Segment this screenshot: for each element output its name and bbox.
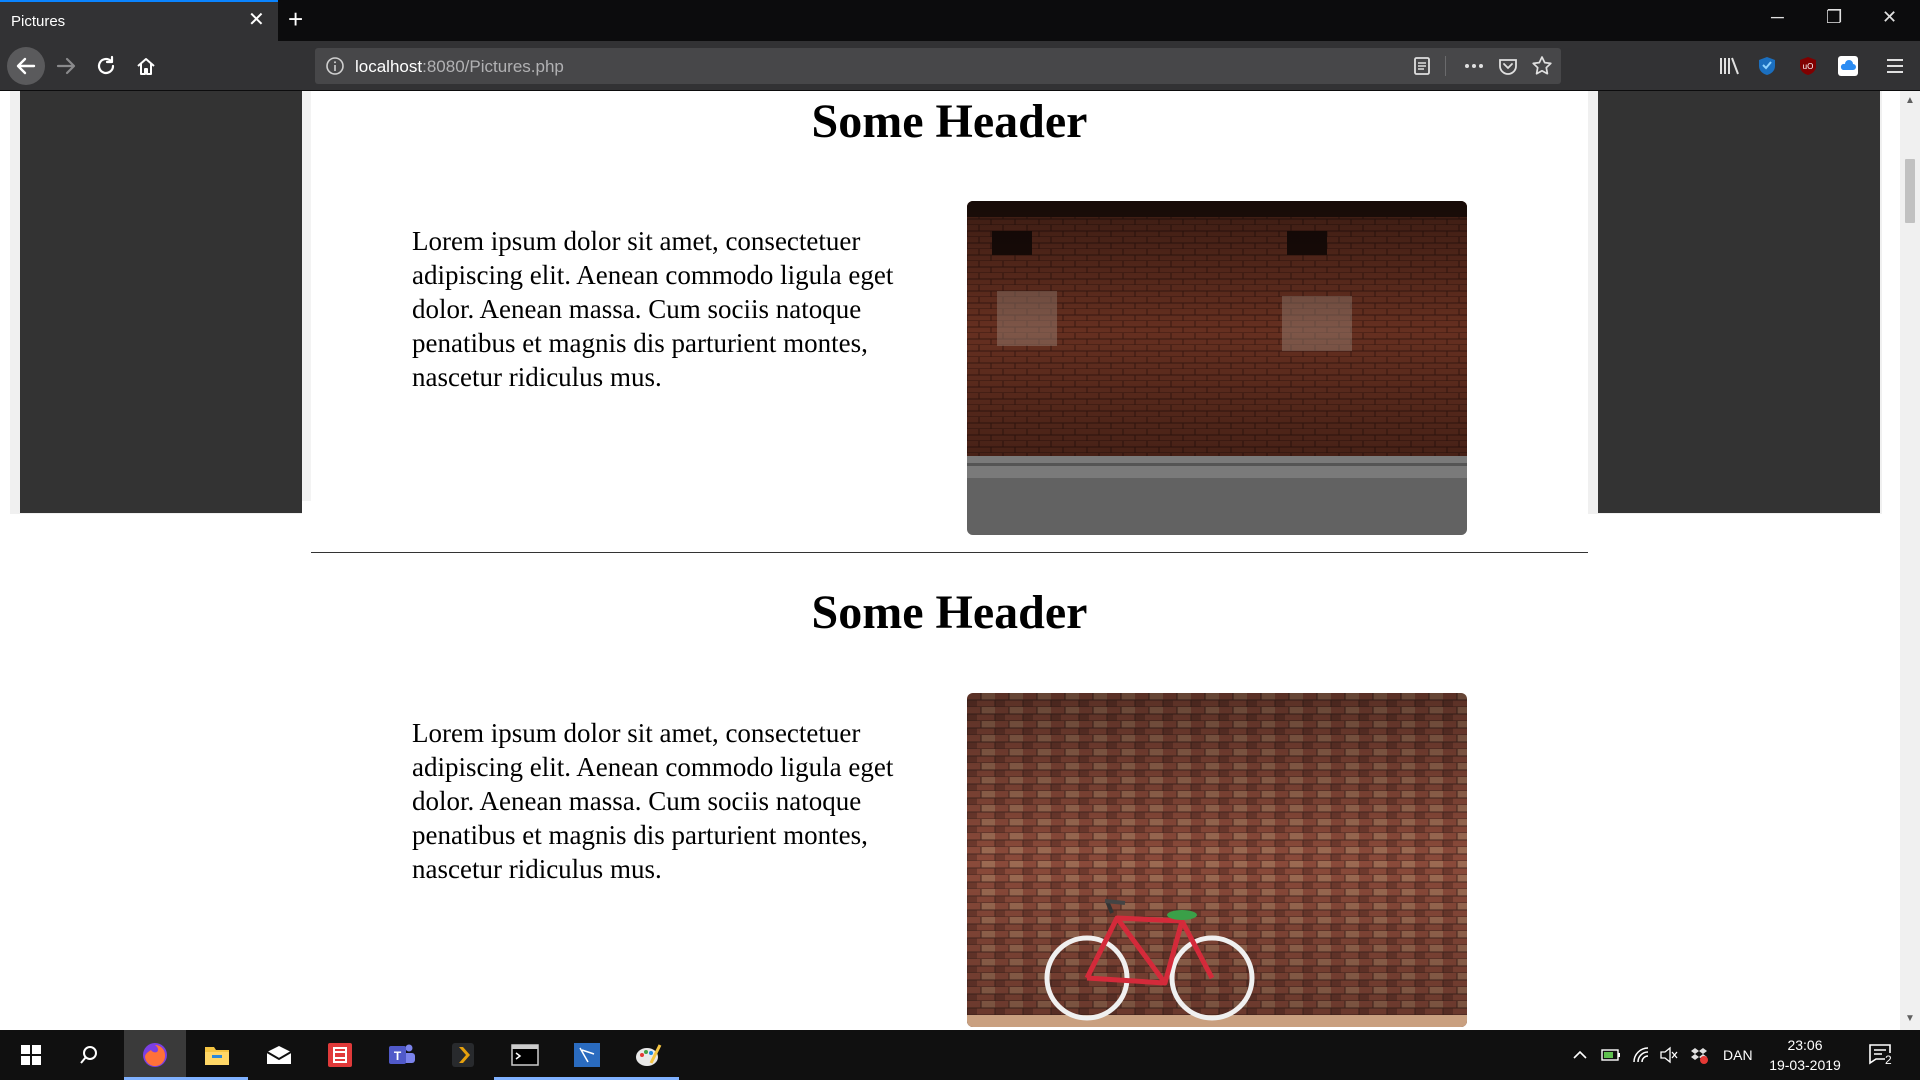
menu-icon[interactable] xyxy=(1885,55,1905,77)
page-actions-icon[interactable] xyxy=(1463,55,1485,77)
section-divider xyxy=(311,552,1588,553)
new-tab-button[interactable]: + xyxy=(288,6,303,32)
firefox-icon xyxy=(143,1043,167,1067)
info-icon[interactable] xyxy=(325,56,345,76)
home-button[interactable] xyxy=(129,49,163,83)
visual-studio-icon xyxy=(574,1043,600,1067)
start-button[interactable] xyxy=(0,1030,62,1080)
taskbar-file-explorer[interactable] xyxy=(186,1030,248,1080)
show-hidden-icons-icon[interactable] xyxy=(1572,1048,1588,1062)
minimize-button[interactable]: ─ xyxy=(1771,8,1784,26)
search-button[interactable] xyxy=(58,1030,120,1080)
system-clock[interactable]: 23:06 19-03-2019 xyxy=(1760,1035,1850,1075)
tab-close-icon[interactable]: ✕ xyxy=(248,10,265,30)
dropbox-sync-error-icon[interactable] xyxy=(1690,1046,1708,1064)
language-indicator[interactable]: DAN xyxy=(1723,1030,1753,1080)
taskbar-mail[interactable] xyxy=(248,1030,310,1080)
toolbar-separator xyxy=(1445,56,1446,76)
file-explorer-icon xyxy=(205,1047,229,1065)
bookmark-star-icon[interactable] xyxy=(1531,55,1553,77)
tab-pictures[interactable]: Pictures ✕ xyxy=(0,0,278,41)
scroll-down-icon[interactable]: ▼ xyxy=(1905,1013,1915,1024)
wifi-icon[interactable] xyxy=(1632,1046,1650,1064)
taskbar-terminal[interactable] xyxy=(494,1030,556,1080)
forward-arrow-icon xyxy=(56,57,76,75)
vertical-scrollbar[interactable]: ▲ ▼ xyxy=(1900,91,1920,1030)
url-path: :8080/Pictures.php xyxy=(422,57,564,76)
forward-button[interactable] xyxy=(49,49,83,83)
media-player-icon xyxy=(328,1043,352,1067)
taskbar-paint[interactable] xyxy=(617,1030,679,1080)
navigation-toolbar: localhost:8080/Pictures.php uO xyxy=(0,41,1920,91)
plex-icon xyxy=(452,1043,474,1067)
url-host: localhost xyxy=(355,57,423,76)
scroll-up-icon[interactable]: ▲ xyxy=(1905,95,1915,106)
taskbar-media-player[interactable] xyxy=(309,1030,371,1080)
paint-icon xyxy=(636,1044,662,1066)
close-window-button[interactable]: ✕ xyxy=(1882,8,1897,26)
clock-date: 19-03-2019 xyxy=(1769,1057,1841,1073)
bicycle-brick-wall-image xyxy=(967,693,1467,1027)
pocket-icon[interactable] xyxy=(1497,55,1519,77)
scroll-thumb[interactable] xyxy=(1905,159,1915,223)
back-button[interactable] xyxy=(7,47,45,85)
taskbar-teams[interactable]: T xyxy=(371,1030,433,1080)
url-text[interactable]: localhost:8080/Pictures.php xyxy=(355,57,564,77)
section-header: Some Header xyxy=(811,95,1088,148)
back-arrow-icon xyxy=(16,57,36,75)
search-icon xyxy=(80,1046,97,1064)
volume-muted-icon[interactable] xyxy=(1659,1046,1679,1064)
left-sidebar-panel xyxy=(20,91,302,513)
page-viewport: Some Header Lorem ipsum dolor sit amet, … xyxy=(0,91,1900,1030)
ublock-origin-icon[interactable]: uO xyxy=(1797,55,1819,77)
taskbar-visual-studio[interactable] xyxy=(556,1030,618,1080)
cloud-sync-icon[interactable] xyxy=(1837,55,1859,77)
reload-button[interactable] xyxy=(89,49,123,83)
mail-icon xyxy=(266,1046,292,1064)
home-icon xyxy=(137,58,155,75)
terminal-icon xyxy=(511,1044,539,1066)
left-sidebar xyxy=(10,91,302,514)
action-center-button[interactable]: 2 xyxy=(1868,1042,1892,1071)
reader-view-icon[interactable] xyxy=(1411,55,1433,77)
battery-icon[interactable] xyxy=(1601,1047,1621,1063)
address-bar[interactable]: localhost:8080/Pictures.php xyxy=(315,48,1561,84)
right-sidebar xyxy=(1588,91,1882,514)
brick-wall-image xyxy=(967,201,1467,535)
library-icon[interactable] xyxy=(1718,55,1742,77)
right-sidebar-panel xyxy=(1598,91,1880,513)
windows-taskbar: T DAN 23:06 19-03-2019 2 xyxy=(0,1030,1920,1080)
tab-title: Pictures xyxy=(11,13,66,30)
svg-text:T: T xyxy=(394,1049,402,1063)
section-text: Lorem ipsum dolor sit amet, consectetuer… xyxy=(412,718,894,884)
clock-time: 23:06 xyxy=(1787,1037,1823,1053)
section-header: Some Header xyxy=(811,586,1088,639)
taskbar-firefox[interactable] xyxy=(124,1030,186,1080)
windows-start-icon xyxy=(21,1045,41,1065)
section-text: Lorem ipsum dolor sit amet, consectetuer… xyxy=(412,226,894,392)
teams-icon: T xyxy=(389,1044,415,1064)
svg-text:uO: uO xyxy=(1803,62,1814,71)
notification-count: 2 xyxy=(1885,1053,1892,1067)
privacy-badger-icon[interactable] xyxy=(1756,55,1778,77)
taskbar-plex[interactable] xyxy=(432,1030,494,1080)
restore-button[interactable]: ❐ xyxy=(1826,8,1842,26)
tab-bar: Pictures ✕ + ─ ❐ ✕ xyxy=(0,0,1920,41)
reload-icon xyxy=(97,55,115,75)
content-border xyxy=(302,91,311,501)
